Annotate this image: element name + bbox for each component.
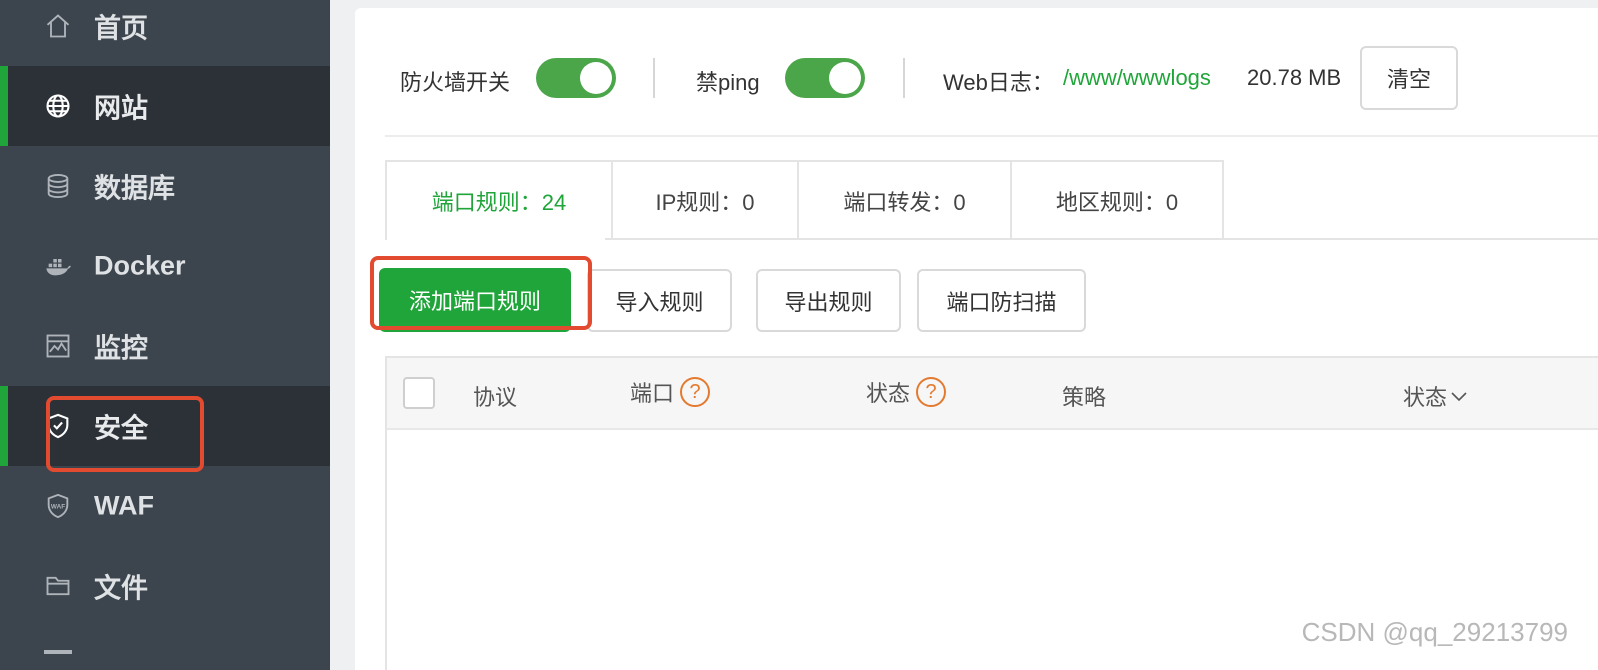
- help-icon[interactable]: ?: [916, 377, 947, 407]
- sidebar-item-label: 数据库: [94, 173, 175, 204]
- sidebar-item-label: 安全: [94, 413, 148, 444]
- port-anti-scan-button[interactable]: 端口防扫描: [917, 269, 1086, 332]
- globe-icon: [44, 92, 72, 120]
- sidebar-item-database[interactable]: 数据库: [0, 146, 330, 226]
- sidebar-item-website[interactable]: 网站: [0, 66, 330, 146]
- sidebar-item-security[interactable]: 安全: [0, 386, 330, 466]
- main-panel: 防火墙开关 禁ping Web日志： /www/wwwlogs 20.78 MB…: [355, 8, 1598, 670]
- sidebar-item-label: 首页: [94, 13, 148, 44]
- sidebar-next-item-icon: [44, 650, 72, 654]
- database-icon: [44, 172, 72, 200]
- export-rules-button[interactable]: 导出规则: [756, 269, 901, 332]
- tab-port-forwarding[interactable]: 端口转发：0: [797, 160, 1012, 240]
- add-port-rule-button[interactable]: 添加端口规则: [379, 268, 571, 332]
- tab-ip-rules[interactable]: IP规则：0: [611, 160, 799, 240]
- column-header-label: 协议: [473, 385, 518, 410]
- web-log-size: 20.78 MB: [1247, 65, 1342, 90]
- home-icon: [44, 12, 72, 40]
- sidebar-item-label: Docker: [94, 250, 186, 281]
- select-all-checkbox[interactable]: [403, 377, 435, 409]
- folder-icon: [44, 572, 72, 600]
- sidebar-item-label: 文件: [94, 573, 148, 604]
- column-header-label: 状态: [1403, 385, 1448, 410]
- ping-block-toggle[interactable]: [785, 58, 865, 98]
- ping-block-label: 禁ping: [696, 70, 760, 95]
- column-header-status-sort[interactable]: 状态: [1403, 380, 1469, 412]
- divider: [653, 58, 655, 98]
- sidebar-item-label: WAF: [94, 490, 154, 521]
- column-header-status: 状态?: [866, 376, 947, 408]
- web-log-path-link[interactable]: /www/wwwlogs: [1063, 65, 1211, 91]
- shield-icon: [44, 412, 72, 440]
- watermark: CSDN @qq_29213799: [1301, 617, 1568, 647]
- firewall-toggle[interactable]: [536, 58, 616, 98]
- import-rules-button[interactable]: 导入规则: [587, 269, 732, 332]
- chevron-down-icon: [1451, 392, 1467, 402]
- column-header-protocol: 协议: [473, 380, 517, 412]
- docker-icon: [44, 252, 72, 280]
- sidebar: 首页 网站 数据库 Docker 监控 安全 WAF WAF 文件: [0, 0, 330, 670]
- column-header-label: 端口: [630, 381, 675, 406]
- divider: [903, 58, 905, 98]
- sidebar-item-docker[interactable]: Docker: [0, 226, 330, 306]
- waf-shield-icon: WAF: [44, 492, 72, 520]
- web-log-label: Web日志：: [943, 70, 1054, 95]
- divider: [385, 135, 1598, 137]
- sidebar-item-label: 网站: [94, 93, 148, 124]
- svg-text:WAF: WAF: [51, 503, 65, 510]
- tab-port-rules[interactable]: 端口规则：24: [385, 160, 613, 240]
- help-icon[interactable]: ?: [680, 377, 711, 407]
- table-header: 协议 端口? 状态? 策略 状态: [387, 358, 1598, 430]
- sidebar-item-waf[interactable]: WAF WAF: [0, 466, 330, 546]
- tabs-baseline: [605, 238, 1598, 240]
- column-header-port: 端口?: [630, 376, 711, 408]
- column-header-label: 状态: [866, 381, 911, 406]
- column-header-policy: 策略: [1062, 380, 1106, 412]
- tab-region-rules[interactable]: 地区规则：0: [1010, 160, 1224, 240]
- column-header-label: 策略: [1062, 385, 1107, 410]
- sidebar-item-label: 监控: [94, 333, 148, 364]
- firewall-switch-label: 防火墙开关: [400, 70, 511, 95]
- clear-log-button[interactable]: 清空: [1360, 46, 1458, 110]
- sidebar-item-monitor[interactable]: 监控: [0, 306, 330, 386]
- sidebar-item-files[interactable]: 文件: [0, 546, 330, 626]
- monitor-icon: [44, 332, 72, 360]
- sidebar-item-home[interactable]: 首页: [0, 0, 330, 66]
- firewall-toolbar: 防火墙开关 禁ping Web日志： /www/wwwlogs 20.78 MB…: [385, 46, 1598, 110]
